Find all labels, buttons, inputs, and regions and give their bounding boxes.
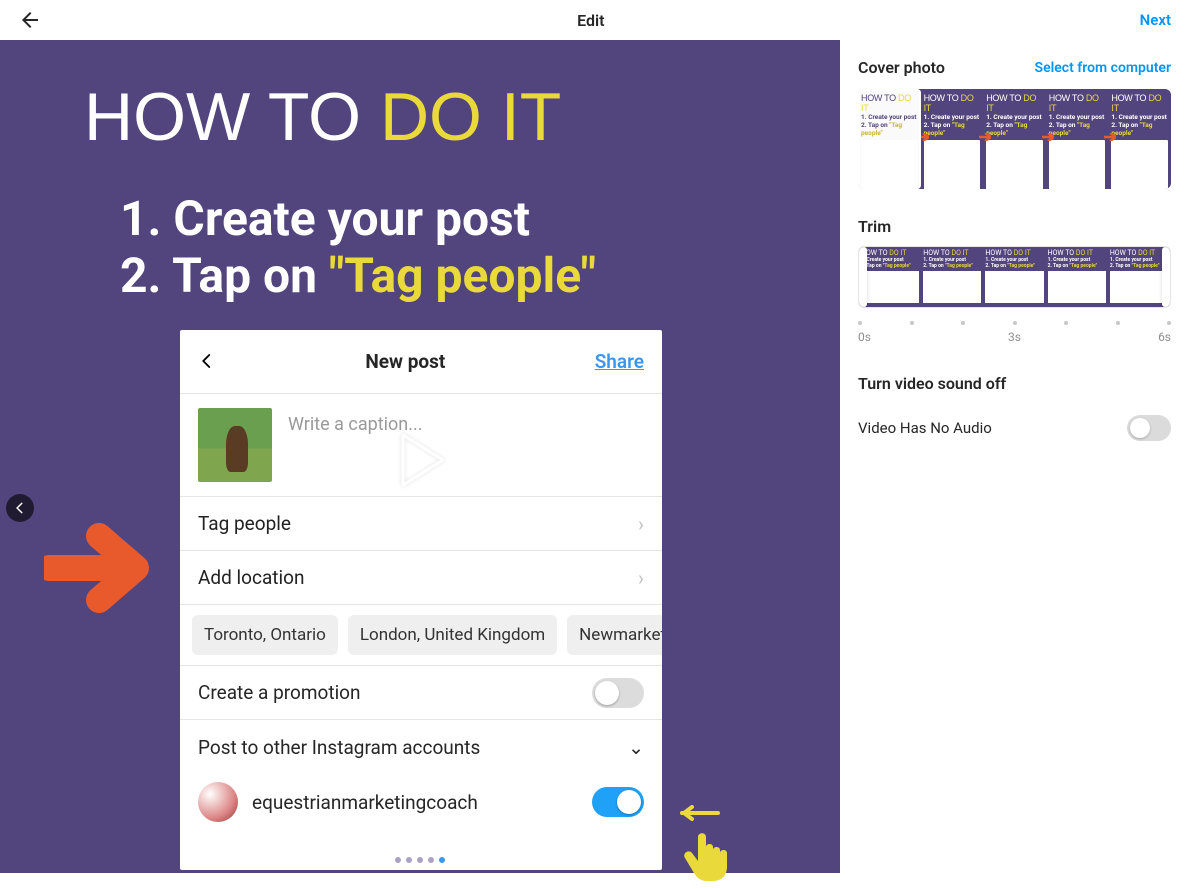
post-thumbnail — [198, 408, 272, 482]
dot — [417, 857, 423, 863]
dot — [395, 857, 401, 863]
account-handle: equestrianmarketingcoach — [252, 791, 478, 814]
tick-end: 6s — [1158, 330, 1171, 344]
phone-row-post-other: Post to other Instagram accounts ⌄ — [180, 720, 662, 774]
back-arrow-icon[interactable] — [18, 8, 42, 32]
dot-active — [439, 857, 445, 863]
dot — [428, 857, 434, 863]
hand-pointer-icon — [680, 805, 740, 889]
location-chip: London, United Kingdom — [348, 615, 557, 655]
phone-row-create-promo: Create a promotion — [180, 666, 662, 720]
phone-mockup: New post Share Write a caption... Tag pe… — [180, 330, 662, 870]
location-chip: Newmarket, — [567, 615, 662, 655]
dot — [406, 857, 412, 863]
trim-handle-right[interactable] — [1162, 247, 1170, 307]
audio-status-row: Video Has No Audio — [858, 415, 1171, 441]
topbar: Edit Next — [0, 0, 1189, 40]
sidebar: Cover photo Select from computer HOW TO … — [840, 40, 1189, 873]
phone-row-add-location: Add location › — [180, 551, 662, 605]
audio-status: Video Has No Audio — [858, 419, 992, 437]
trim-handle-left[interactable] — [859, 247, 867, 307]
location-chips: Toronto, Ontario London, United Kingdom … — [180, 605, 662, 666]
cover-frame[interactable]: HOW TO DO IT 1. Create your post 2. Tap … — [983, 89, 1046, 189]
cover-frame[interactable]: HOW TO DO IT 1. Create your post 2. Tap … — [1108, 89, 1171, 189]
play-icon[interactable] — [380, 420, 460, 500]
cover-frame[interactable]: HOW TO DO IT 1. Create your post 2. Tap … — [921, 89, 984, 189]
cover-frame[interactable]: HOW TO DO IT 1. Create your post 2. Tap … — [1046, 89, 1109, 189]
audio-title: Turn video sound off — [858, 374, 1006, 393]
location-chip: Toronto, Ontario — [192, 615, 338, 655]
arrow-right-icon — [44, 518, 164, 622]
avatar — [198, 782, 238, 822]
cover-frame-selected[interactable]: HOW TO DO IT 1. Create your post 2. Tap … — [858, 89, 921, 189]
previous-slide-button[interactable] — [6, 494, 34, 522]
toggle-switch-off — [592, 678, 644, 708]
main-content: HOW TO DO IT 1. Create your post 2. Tap … — [0, 40, 1189, 873]
audio-section: Turn video sound off — [858, 374, 1171, 393]
cover-photo-label: Cover photo — [858, 58, 945, 77]
tick-mid: 3s — [1008, 330, 1021, 344]
toggle-switch-on — [592, 787, 644, 817]
phone-title: New post — [365, 350, 445, 373]
chevron-right-icon: › — [638, 512, 644, 536]
slide-steps: 1. Create your post 2. Tap on "Tag peopl… — [120, 190, 596, 304]
phone-share: Share — [595, 350, 644, 373]
trim-ticks: 0s 3s 6s — [858, 318, 1171, 336]
phone-row-tag-people: Tag people › — [180, 497, 662, 551]
slide-headline: HOW TO DO IT — [84, 78, 561, 156]
video-preview[interactable]: HOW TO DO IT 1. Create your post 2. Tap … — [0, 40, 840, 873]
cover-photo-strip[interactable]: HOW TO DO IT 1. Create your post 2. Tap … — [858, 89, 1171, 189]
select-from-computer-link[interactable]: Select from computer — [1035, 60, 1171, 76]
chevron-down-icon: ⌄ — [628, 736, 644, 759]
carousel-dots — [395, 857, 445, 863]
chevron-right-icon: › — [638, 566, 644, 590]
trim-strip[interactable]: HOW TO DO IT1. Create your post2. Tap on… — [858, 246, 1171, 308]
audio-toggle[interactable] — [1127, 415, 1171, 441]
trim-section: Trim HOW TO DO IT1. Create your post2. T… — [858, 217, 1171, 336]
cover-photo-header: Cover photo Select from computer — [858, 58, 1171, 77]
next-button[interactable]: Next — [1140, 11, 1171, 29]
tick-start: 0s — [858, 330, 871, 344]
page-title: Edit — [577, 11, 604, 30]
chevron-left-icon — [198, 348, 216, 376]
phone-header: New post Share — [180, 330, 662, 394]
phone-account-row: equestrianmarketingcoach — [180, 774, 662, 834]
trim-label: Trim — [858, 217, 1171, 236]
